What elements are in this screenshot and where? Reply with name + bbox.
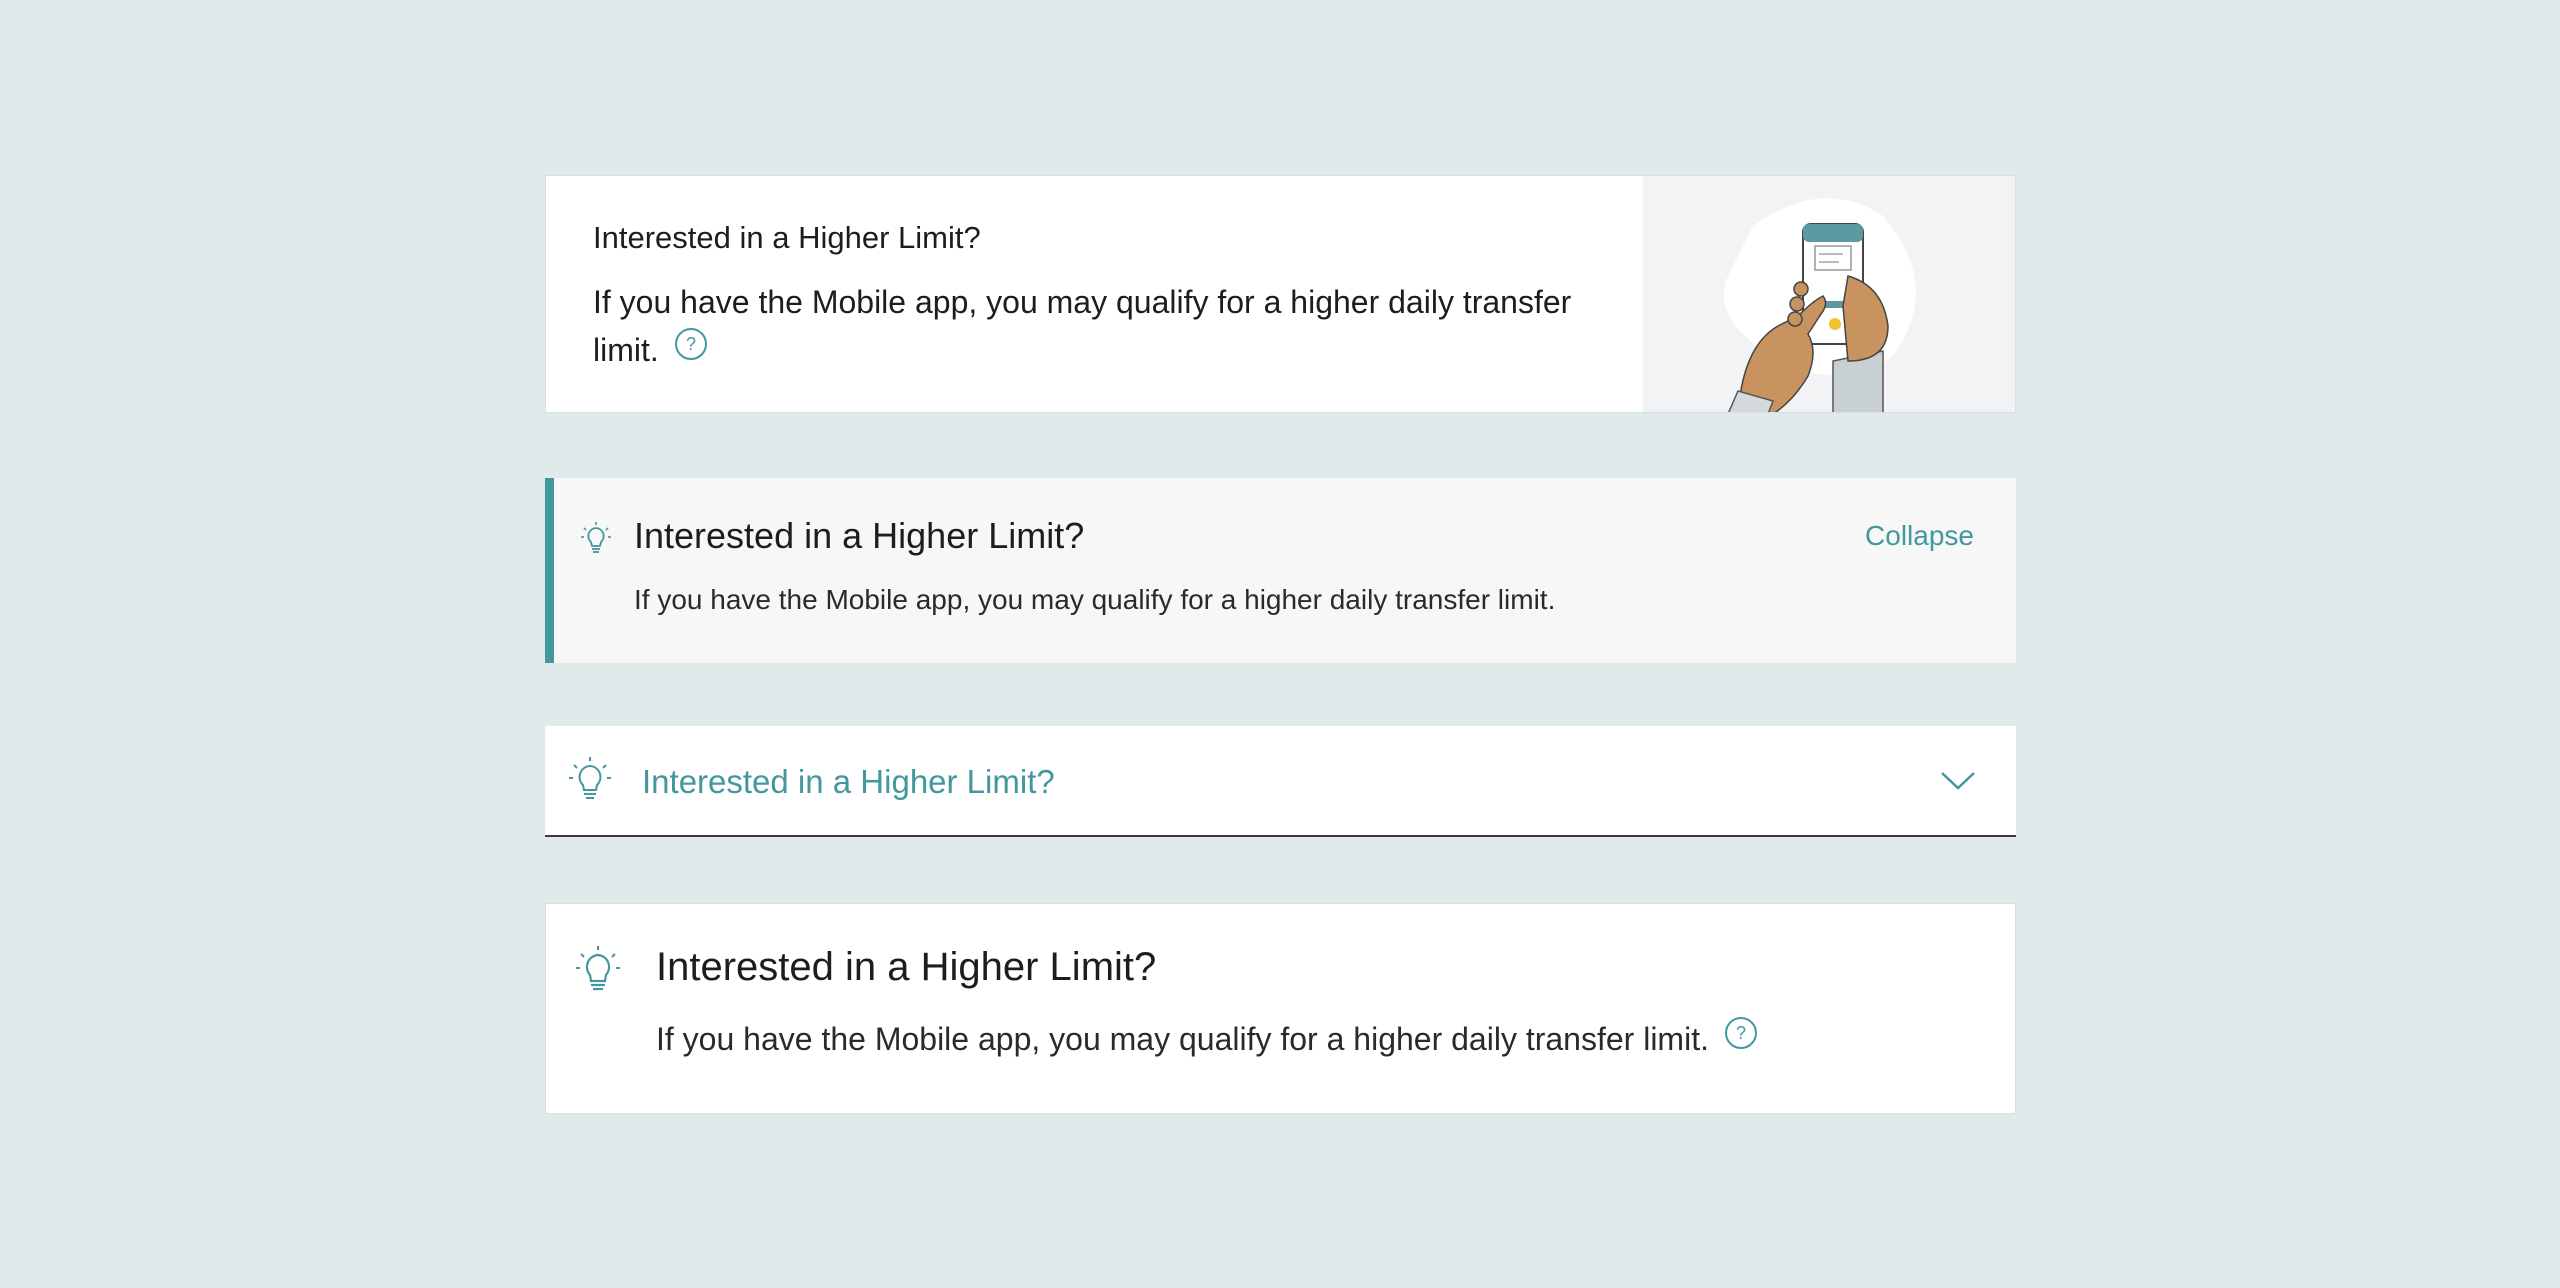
svg-text:?: ? [1736,1023,1746,1043]
tip-title: Interested in a Higher Limit? [634,515,1085,556]
tip-body-text: If you have the Mobile app, you may qual… [656,1021,1709,1057]
tip-body: If you have the Mobile app, you may qual… [656,1017,1758,1064]
lightbulb-icon [576,946,620,999]
higher-limit-accordion-collapsed[interactable]: Interested in a Higher Limit? [545,726,2016,837]
banner-title: Interested in a Higher Limit? [593,220,981,255]
banner-body: If you have the Mobile app, you may qual… [593,278,1603,377]
svg-text:?: ? [686,334,696,354]
higher-limit-tip-card: Interested in a Higher Limit? If you hav… [545,903,2016,1114]
higher-limit-banner-card: Interested in a Higher Limit? If you hav… [545,175,2016,413]
tip-title: Interested in a Higher Limit? [656,945,1157,989]
question-circle-icon[interactable]: ? [674,326,708,374]
chevron-down-icon[interactable] [1940,770,1976,797]
banner-body-text: If you have the Mobile app, you may qual… [593,284,1572,368]
higher-limit-expanded-tip: Interested in a Higher Limit? If you hav… [545,478,2016,663]
question-circle-icon[interactable]: ? [1724,1016,1758,1061]
lightbulb-icon [581,522,611,561]
accordion-title: Interested in a Higher Limit? [642,763,1055,800]
lightbulb-icon [569,757,611,808]
collapse-button[interactable]: Collapse [1865,520,1974,552]
hand-holding-phone-illustration [1643,176,2015,412]
tip-body: If you have the Mobile app, you may qual… [634,584,1556,615]
banner-text: Interested in a Higher Limit? If you hav… [593,218,1603,377]
